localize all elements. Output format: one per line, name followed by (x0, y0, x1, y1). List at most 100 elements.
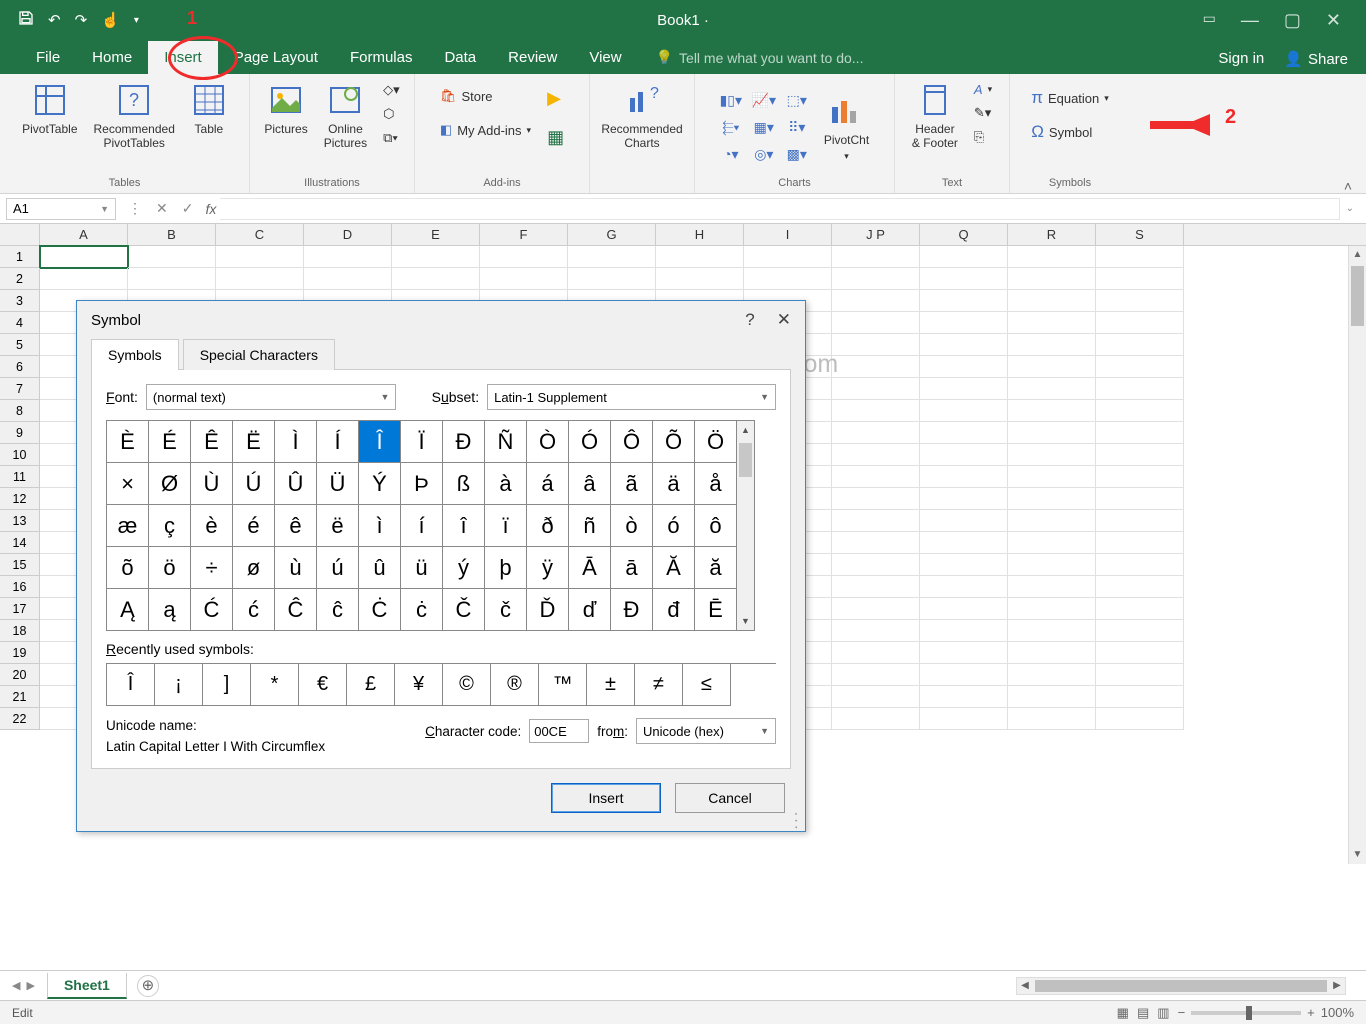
cell[interactable] (832, 708, 920, 730)
sheet-prev-icon[interactable]: ◀ (12, 979, 20, 992)
cell[interactable] (1096, 620, 1184, 642)
cell[interactable] (832, 598, 920, 620)
symbol-cell[interactable]: Ú (233, 463, 275, 505)
cell[interactable] (1096, 664, 1184, 686)
recent-symbol-cell[interactable]: * (251, 664, 299, 706)
symbol-cell[interactable]: Ø (149, 463, 191, 505)
symbol-cell[interactable]: Ď (527, 589, 569, 631)
column-header[interactable]: A (40, 224, 128, 245)
column-header[interactable]: F (480, 224, 568, 245)
cancel-button[interactable]: Cancel (675, 783, 785, 813)
cell[interactable] (1096, 312, 1184, 334)
cell[interactable] (832, 246, 920, 268)
cell[interactable] (920, 400, 1008, 422)
cell[interactable] (392, 268, 480, 290)
normal-view-icon[interactable]: ▦ (1117, 1005, 1129, 1021)
line-chart-icon[interactable]: 📈▾ (749, 89, 779, 113)
row-header[interactable]: 14 (0, 532, 40, 554)
symbol-cell[interactable]: Ĉ (275, 589, 317, 631)
row-header[interactable]: 8 (0, 400, 40, 422)
symbol-cell[interactable]: Ó (569, 421, 611, 463)
cell[interactable] (1008, 334, 1096, 356)
pivottable-button[interactable]: PivotTable (18, 80, 81, 138)
cell[interactable] (480, 246, 568, 268)
sign-in-link[interactable]: Sign in (1218, 50, 1264, 68)
hscroll-thumb[interactable] (1035, 980, 1327, 992)
cell[interactable] (832, 290, 920, 312)
symbol-cell[interactable]: ë (317, 505, 359, 547)
online-pictures-button[interactable]: Online Pictures (320, 80, 371, 152)
scroll-thumb[interactable] (1351, 266, 1364, 326)
formula-input[interactable] (220, 198, 1339, 220)
undo-icon[interactable]: ↶ (48, 11, 61, 29)
collapse-ribbon-icon[interactable]: ˄ (1344, 178, 1352, 194)
combo-chart-icon[interactable]: ⬚▾ (782, 89, 812, 113)
symbol-cell[interactable]: Ć (191, 589, 233, 631)
cell[interactable] (40, 268, 128, 290)
zoom-value[interactable]: 100% (1321, 1005, 1354, 1020)
symbol-cell[interactable]: ÷ (191, 547, 233, 589)
column-header[interactable]: E (392, 224, 480, 245)
column-header[interactable]: H (656, 224, 744, 245)
cell[interactable] (1096, 268, 1184, 290)
cell[interactable] (920, 290, 1008, 312)
symbol-cell[interactable]: Ò (527, 421, 569, 463)
symbol-cell[interactable]: ï (485, 505, 527, 547)
surface-chart-icon[interactable]: ▩▾ (782, 143, 812, 167)
row-header[interactable]: 1 (0, 246, 40, 268)
cell[interactable] (832, 466, 920, 488)
subset-select[interactable]: Latin-1 Supplement▼ (487, 384, 776, 410)
column-header[interactable]: B (128, 224, 216, 245)
bing-maps-button[interactable]: ▶ (543, 86, 568, 111)
column-header[interactable]: I (744, 224, 832, 245)
cell[interactable] (920, 488, 1008, 510)
cell[interactable] (1096, 400, 1184, 422)
cell[interactable] (920, 246, 1008, 268)
column-header[interactable]: C (216, 224, 304, 245)
tab-insert[interactable]: Insert (148, 41, 218, 74)
symbol-cell[interactable]: Ù (191, 463, 233, 505)
symbol-cell[interactable]: ß (443, 463, 485, 505)
symbol-cell[interactable]: ö (149, 547, 191, 589)
symbol-cell[interactable]: ď (569, 589, 611, 631)
symbol-cell[interactable]: Û (275, 463, 317, 505)
cell[interactable] (920, 422, 1008, 444)
tab-view[interactable]: View (573, 41, 637, 74)
cell[interactable] (128, 268, 216, 290)
qat-dropdown-icon[interactable]: ▾ (134, 15, 139, 26)
share-button[interactable]: 👤Share (1284, 50, 1348, 68)
symbol-cell[interactable]: Ö (695, 421, 737, 463)
column-header[interactable]: G (568, 224, 656, 245)
cell[interactable] (1008, 554, 1096, 576)
symbol-cell[interactable]: þ (485, 547, 527, 589)
recent-symbol-cell[interactable]: £ (347, 664, 395, 706)
row-header[interactable]: 19 (0, 642, 40, 664)
equation-button[interactable]: πEquation▾ (1027, 86, 1113, 110)
cell[interactable] (1008, 598, 1096, 620)
recent-symbol-cell[interactable]: ® (491, 664, 539, 706)
symbol-cell[interactable]: ü (401, 547, 443, 589)
symbol-cell[interactable]: å (695, 463, 737, 505)
touch-mode-icon[interactable]: ☝ (101, 11, 120, 29)
column-header[interactable]: D (304, 224, 392, 245)
tab-review[interactable]: Review (492, 41, 573, 74)
cell[interactable] (216, 268, 304, 290)
symbol-button[interactable]: ΩSymbol (1027, 120, 1113, 144)
cell[interactable] (920, 620, 1008, 642)
shapes-button[interactable]: ◇▾ (379, 80, 404, 100)
symbol-cell[interactable]: ç (149, 505, 191, 547)
cell[interactable] (832, 356, 920, 378)
recent-symbol-cell[interactable]: ] (203, 664, 251, 706)
cell[interactable] (1008, 400, 1096, 422)
cell[interactable] (304, 246, 392, 268)
cell[interactable] (832, 312, 920, 334)
symbol-cell[interactable]: Õ (653, 421, 695, 463)
symbol-cell[interactable]: ú (317, 547, 359, 589)
cell[interactable] (832, 576, 920, 598)
recommended-pivottables-button[interactable]: ?Recommended PivotTables (90, 80, 179, 152)
cell[interactable] (1008, 444, 1096, 466)
name-box[interactable]: A1▼ (6, 198, 116, 220)
grid-scroll-up-icon[interactable]: ▲ (737, 421, 754, 439)
signature-button[interactable]: ⎘ (970, 127, 996, 147)
row-header[interactable]: 21 (0, 686, 40, 708)
